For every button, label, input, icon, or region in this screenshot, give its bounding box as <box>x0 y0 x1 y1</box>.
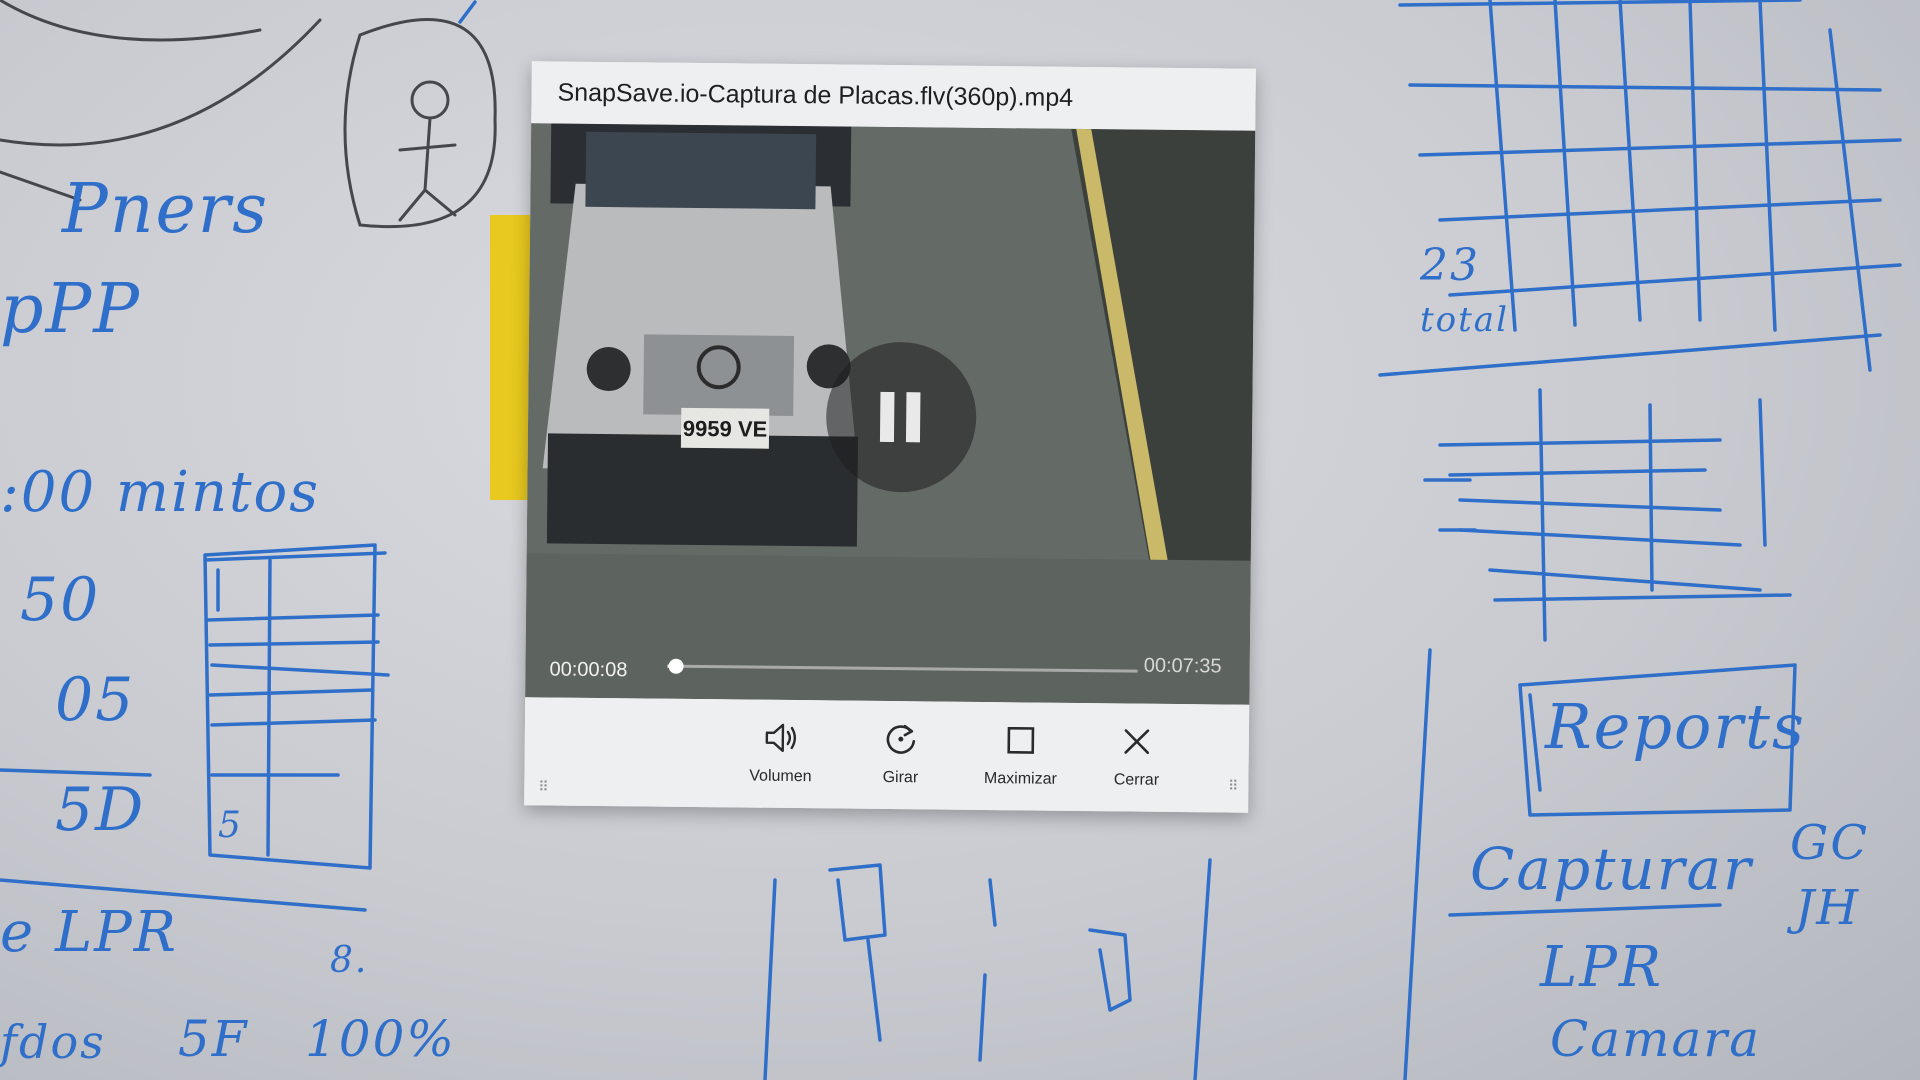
volume-button[interactable]: Volumen <box>730 717 831 786</box>
maximize-label: Maximizar <box>983 770 1057 788</box>
note-5d: 5D <box>55 775 146 845</box>
note-minutos: :00 mintos <box>0 460 320 525</box>
rotate-icon <box>886 724 916 754</box>
title-bar[interactable]: SnapSave.io-Captura de Placas.flv(360p).… <box>531 61 1256 131</box>
rotate-button[interactable]: Girar <box>850 719 951 788</box>
close-label: Cerrar <box>1113 771 1160 789</box>
note-lpr-right: LPR <box>1540 935 1664 1000</box>
note-ppp: pPP <box>0 270 142 349</box>
note-8: 8. <box>330 940 369 981</box>
resize-grip-left-icon[interactable]: ⠿ <box>538 779 546 795</box>
control-bar: ⠿ Volumen Girar Maximizar Cerrar ⠿ <box>524 697 1250 813</box>
sticky-note <box>490 215 530 500</box>
note-gc: GC <box>1790 815 1870 871</box>
video-frame[interactable]: 9959 VE 00:00:08 00:07:35 <box>525 123 1256 705</box>
note-fdos: fdos <box>0 1015 106 1069</box>
note-100-percent: 100% <box>305 1010 456 1068</box>
resize-grip-right-icon[interactable]: ⠿ <box>1228 779 1236 795</box>
total-duration: 00:07:35 <box>1143 654 1222 678</box>
note-reports: Reports <box>1545 690 1806 763</box>
note-50: 50 <box>20 565 101 635</box>
volume-icon <box>765 723 797 753</box>
maximize-icon <box>1007 726 1035 754</box>
maximize-button[interactable]: Maximizar <box>970 720 1071 789</box>
close-icon <box>1124 729 1150 755</box>
pause-button[interactable] <box>825 341 977 493</box>
note-5f: 5F <box>178 1010 249 1068</box>
note-05: 05 <box>55 665 136 735</box>
note-23: 23 <box>1420 240 1480 291</box>
note-camara: Camara <box>1550 1010 1761 1068</box>
volume-label: Volumen <box>749 767 812 786</box>
pause-icon <box>879 391 895 443</box>
license-plate-text: 9959 VE <box>683 416 768 442</box>
window-title: SnapSave.io-Captura de Placas.flv(360p).… <box>557 78 1074 112</box>
note-pners: Pners <box>62 170 270 249</box>
note-table-5: 5 <box>218 805 243 846</box>
note-lpr: e LPR <box>0 900 178 965</box>
note-total: total <box>1420 300 1509 340</box>
note-capturar: Capturar <box>1470 835 1753 903</box>
note-jh: JH <box>1795 880 1861 936</box>
rotate-label: Girar <box>882 768 919 787</box>
current-time: 00:00:08 <box>549 658 628 682</box>
close-button[interactable]: Cerrar <box>1086 721 1187 790</box>
video-player-window[interactable]: SnapSave.io-Captura de Placas.flv(360p).… <box>524 61 1256 813</box>
